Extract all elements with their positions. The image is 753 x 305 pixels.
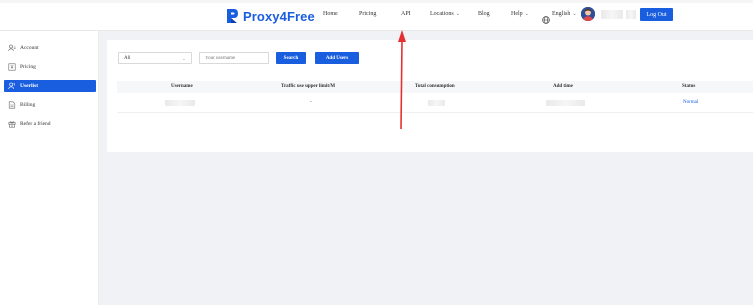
users-icon: [8, 82, 16, 90]
nav-blog[interactable]: Blog: [478, 11, 490, 17]
chevron-down-icon: ⌄: [524, 12, 529, 17]
sidebar-item-billing[interactable]: Billing: [4, 99, 96, 111]
nav-pricing[interactable]: Pricing: [359, 11, 376, 17]
filter-select[interactable]: All ⌄: [118, 52, 192, 64]
column-header-total-consumption: Total consumption: [415, 84, 455, 89]
column-header-username: Username: [171, 84, 193, 89]
sidebar-item-account[interactable]: Account: [4, 42, 96, 54]
chevron-down-icon: ⌄: [572, 12, 577, 17]
sidebar-item-label: Pricing: [20, 64, 36, 70]
nav-locations[interactable]: Locations ⌄: [430, 11, 460, 17]
add-time-cell-blurred: [546, 100, 585, 106]
logout-button[interactable]: Log Out: [640, 8, 673, 21]
status-badge[interactable]: Normal: [683, 100, 698, 105]
add-users-button[interactable]: Add Users: [315, 52, 359, 64]
username-cell-blurred: [165, 100, 195, 106]
sidebar-item-label: Userlist: [20, 83, 39, 89]
avatar[interactable]: [581, 7, 595, 21]
sidebar-item-label: Billing: [20, 102, 36, 108]
account-icon: [8, 44, 16, 52]
nav-help-label: Help: [511, 11, 523, 17]
nav-home[interactable]: Home: [323, 11, 338, 17]
row-divider: [117, 112, 753, 113]
language-selector[interactable]: English ⌄: [552, 11, 577, 17]
sidebar-item-pricing[interactable]: ¥ Pricing: [4, 61, 96, 73]
consumption-cell-blurred: [428, 100, 445, 106]
sidebar-item-label: Account: [20, 45, 39, 51]
nav-api[interactable]: API: [401, 11, 411, 17]
chevron-down-icon: ⌄: [455, 12, 460, 17]
nav-locations-label: Locations: [430, 11, 454, 17]
sidebar-item-userlist[interactable]: Userlist: [4, 80, 96, 92]
logo-text: Proxy4Free: [243, 8, 315, 24]
sidebar-item-label: Refer a friend: [20, 121, 51, 127]
logo[interactable]: Proxy4Free: [226, 8, 315, 24]
sidebar-item-refer[interactable]: Refer a friend: [4, 118, 96, 130]
username-blurred: [626, 10, 636, 19]
gift-icon: [8, 120, 16, 128]
chevron-down-icon: ⌄: [181, 57, 186, 62]
traffic-limit-cell: -: [310, 100, 312, 105]
search-button[interactable]: Search: [276, 52, 306, 64]
billing-icon: [8, 101, 16, 109]
search-input[interactable]: [199, 52, 269, 64]
username-blurred: [601, 10, 623, 19]
nav-help[interactable]: Help ⌄: [511, 11, 529, 17]
column-header-status: Status: [682, 84, 696, 89]
column-header-traffic-limit: Traffic use upper limit/M: [281, 84, 336, 89]
pricing-icon: ¥: [8, 63, 16, 71]
logo-icon: [226, 8, 239, 24]
globe-icon: [542, 11, 550, 24]
language-label: English: [552, 11, 571, 17]
filter-select-value: All: [124, 55, 131, 61]
svg-text:¥: ¥: [11, 65, 14, 71]
top-strip: [0, 0, 753, 3]
column-header-add-time: Add time: [553, 84, 573, 89]
